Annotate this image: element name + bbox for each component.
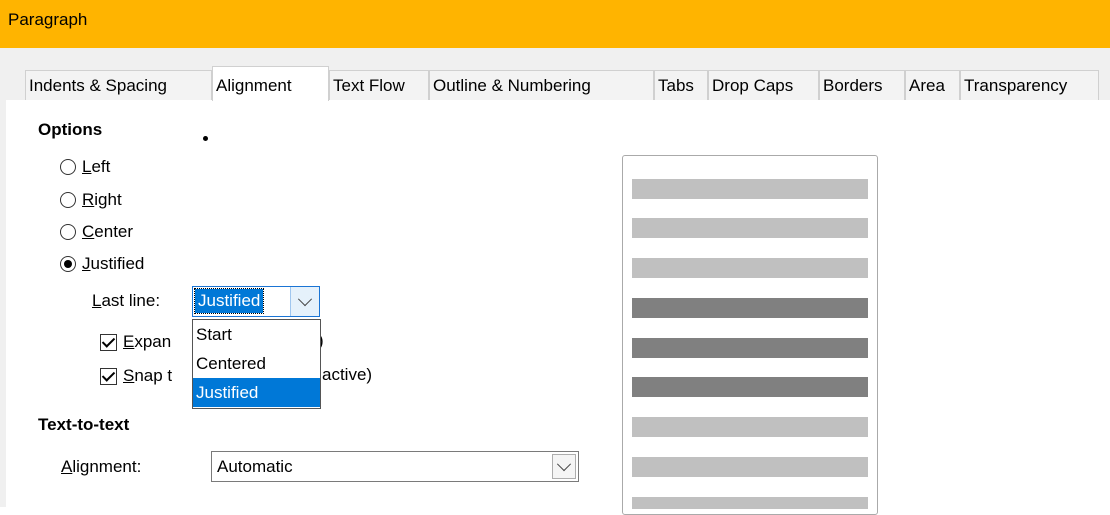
preview-line-current (632, 338, 868, 358)
preview-line (632, 179, 868, 199)
radio-justified[interactable]: Justified (60, 252, 144, 276)
tab-alignment[interactable]: Alignment (212, 66, 329, 101)
preview-line-current (632, 298, 868, 318)
preview-line (632, 218, 868, 238)
last-line-value: Justified (193, 288, 265, 314)
alignment-label: Alignment: (61, 457, 142, 476)
tab-outline-numbering[interactable]: Outline & Numbering (429, 70, 654, 100)
last-line-label: Last line: (92, 291, 161, 310)
radio-label: Right (82, 190, 122, 209)
radio-left[interactable]: Left (60, 155, 110, 179)
last-line-dropdown-list: Start Centered Justified (192, 319, 321, 409)
tab-tabs[interactable]: Tabs (654, 70, 708, 100)
radio-center[interactable]: Center (60, 220, 133, 244)
radio-button[interactable] (60, 224, 76, 240)
checkbox[interactable] (100, 333, 117, 351)
dialog-left-edge (0, 100, 6, 507)
radio-label: Justified (82, 254, 145, 273)
preview-line (632, 417, 868, 437)
checkbox-snap-to-grid[interactable]: Snap t (100, 364, 172, 388)
tab-drop-caps[interactable]: Drop Caps (708, 70, 819, 100)
preview-line (632, 258, 868, 278)
title-bar: Paragraph (0, 0, 1110, 48)
tab-area[interactable]: Area (905, 70, 960, 100)
options-heading: Options (38, 120, 103, 139)
dropdown-option-start[interactable]: Start (193, 320, 320, 349)
radio-button-checked[interactable] (60, 256, 76, 272)
chevron-down-icon (297, 291, 313, 306)
dialog-title: Paragraph (8, 10, 88, 29)
tab-text-flow[interactable]: Text Flow (329, 70, 429, 100)
combobox-dropdown-button[interactable] (290, 287, 319, 316)
checkbox-expand-single-word[interactable]: Expan (100, 330, 171, 354)
preview-line-current (632, 377, 868, 397)
last-line-combobox[interactable]: Justified (192, 286, 320, 317)
preview-line (632, 457, 868, 477)
checkbox-label: Snap t (123, 366, 173, 385)
preview-line (632, 497, 868, 509)
checkbox-label: Expan (123, 332, 172, 351)
radio-right[interactable]: Right (60, 188, 122, 212)
dropdown-option-justified[interactable]: Justified (193, 378, 320, 407)
dropdown-option-centered[interactable]: Centered (193, 349, 320, 378)
alignment-preview (622, 155, 878, 515)
radio-button[interactable] (60, 192, 76, 208)
tab-borders[interactable]: Borders (819, 70, 905, 100)
text-to-text-alignment-select[interactable]: Automatic (211, 451, 579, 482)
tab-indents-spacing[interactable]: Indents & Spacing (25, 70, 212, 100)
radio-button[interactable] (60, 159, 76, 175)
snap-label-tail: active) (322, 365, 373, 384)
text-to-text-heading: Text-to-text (38, 415, 130, 434)
stray-dot (203, 136, 208, 141)
chevron-down-icon (556, 456, 572, 471)
alignment-select-value: Automatic (217, 457, 293, 476)
select-dropdown-button[interactable] (552, 454, 576, 479)
radio-label: Center (82, 222, 134, 241)
radio-label: Left (82, 157, 111, 176)
checkbox[interactable] (100, 367, 117, 385)
tab-transparency[interactable]: Transparency (960, 70, 1099, 100)
